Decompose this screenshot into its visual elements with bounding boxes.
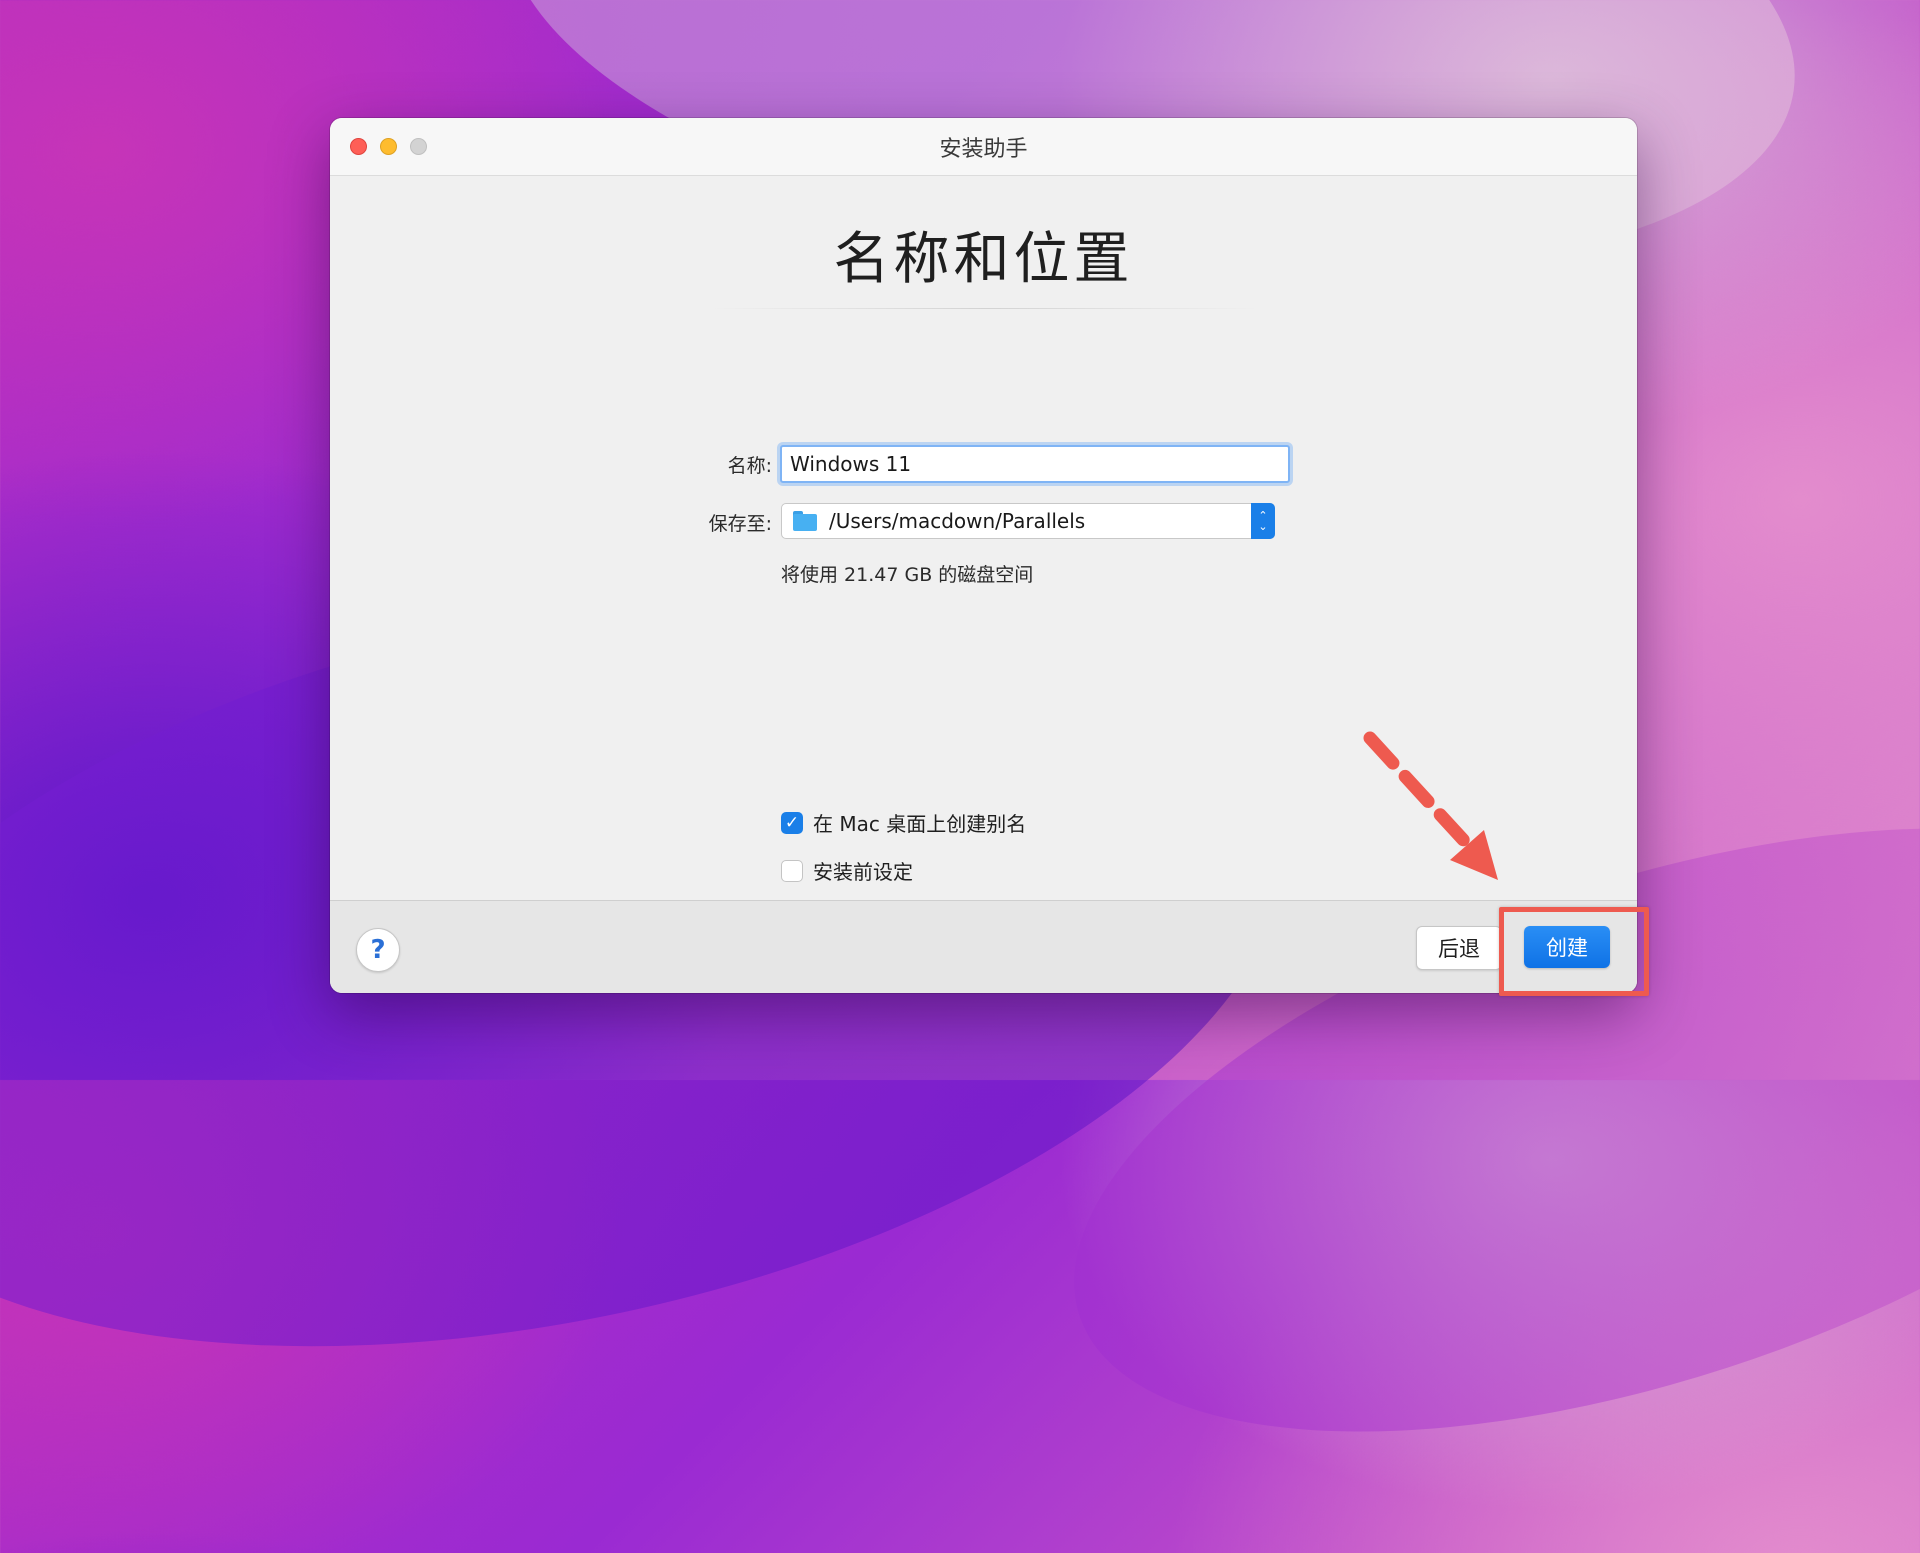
save-path-value: /Users/macdown/Parallels [829, 509, 1086, 533]
disk-usage-text: 将使用 21.47 GB 的磁盘空间 [781, 564, 1034, 586]
window-controls [350, 138, 427, 155]
title-bar: 安装助手 [330, 118, 1637, 176]
name-label: 名称: [727, 455, 772, 477]
checkmark-icon: ✓ [784, 812, 800, 833]
footer-bar: ? 后退 创建 [330, 900, 1637, 993]
up-down-chevron-icon[interactable]: ⌃ ⌄ [1251, 503, 1275, 539]
help-button[interactable]: ? [356, 928, 400, 972]
heading-divider [710, 308, 1260, 309]
minimize-button[interactable] [380, 138, 397, 155]
save-location-label: 保存至: [708, 513, 772, 535]
save-location-select[interactable]: /Users/macdown/Parallels ⌃ ⌄ [781, 503, 1275, 539]
folder-icon [793, 511, 817, 531]
desktop-alias-checkbox[interactable]: ✓ [781, 811, 803, 834]
window-title: 安装助手 [939, 136, 1028, 162]
desktop-alias-option[interactable]: ✓ 在 Mac 桌面上创建别名 [781, 808, 1026, 837]
pre-install-checkbox[interactable] [781, 859, 803, 882]
zoom-button[interactable] [410, 138, 427, 155]
name-input[interactable]: Windows 11 [780, 445, 1290, 483]
desktop-alias-label: 在 Mac 桌面上创建别名 [813, 812, 1027, 836]
create-button-highlight [1499, 907, 1649, 996]
pre-install-label: 安装前设定 [813, 860, 913, 884]
close-button[interactable] [350, 138, 367, 155]
pre-install-option[interactable]: 安装前设定 [781, 856, 913, 885]
back-button[interactable]: 后退 [1416, 926, 1502, 970]
arrow-icon [1363, 731, 1498, 880]
page-title: 名称和位置 [833, 227, 1134, 292]
